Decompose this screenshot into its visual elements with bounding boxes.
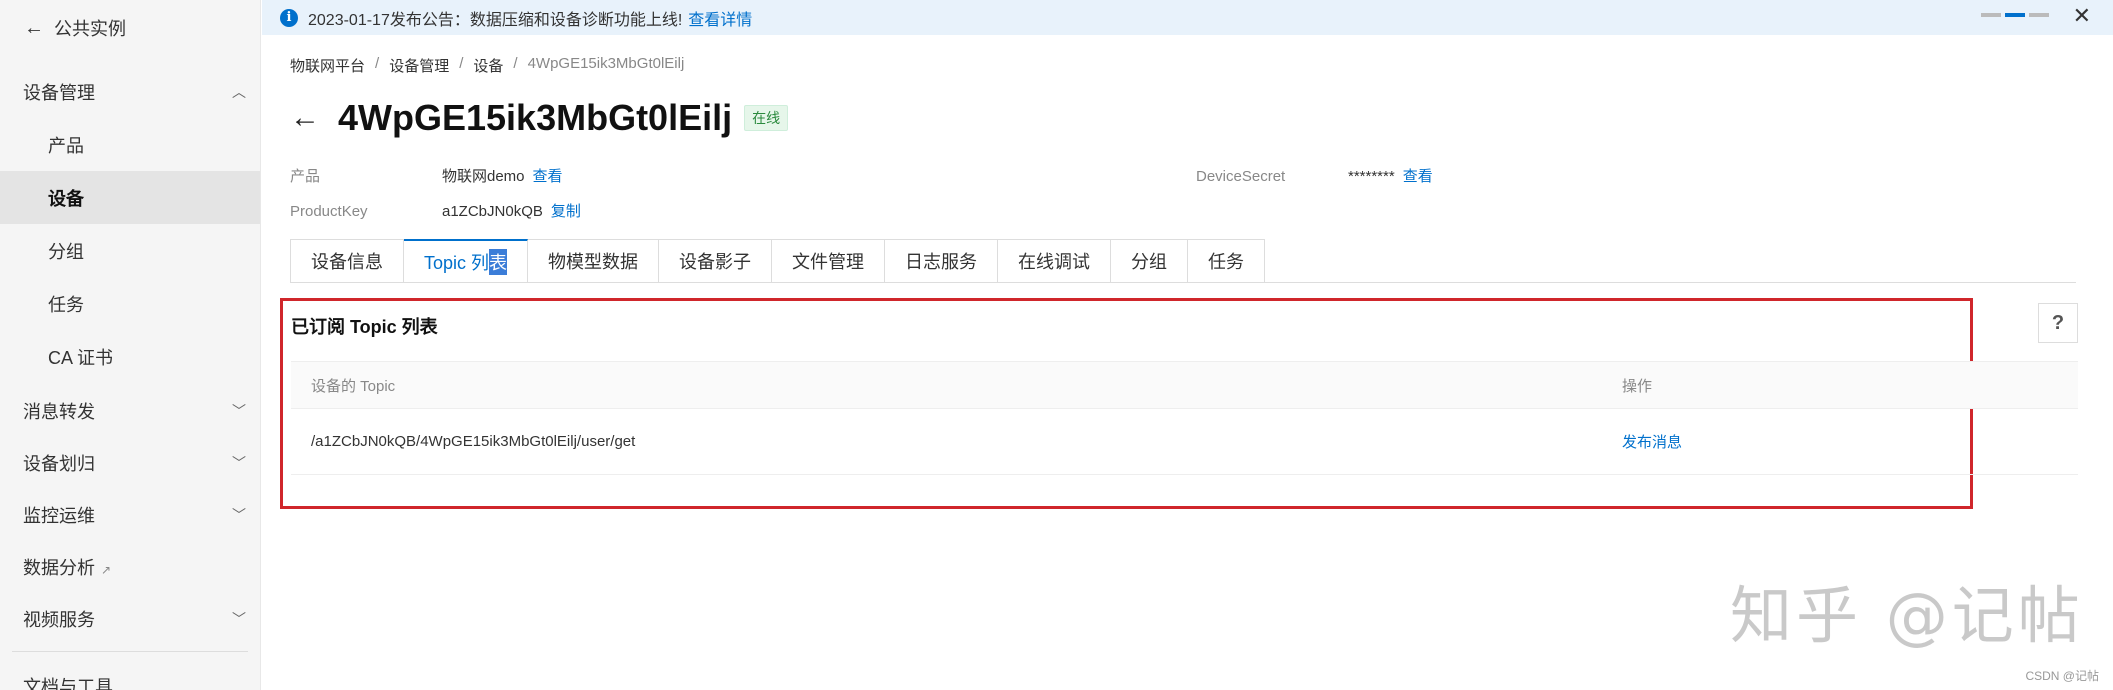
breadcrumb-current: 4WpGE15ik3MbGt0lEilj — [527, 55, 685, 72]
help-button[interactable]: ? — [2038, 303, 2078, 343]
table-header: 设备的 Topic 操作 — [291, 361, 2078, 409]
tab-label: Topic 列 — [424, 252, 490, 273]
sidebar: ← 公共实例 设备管理 ︿ 产品 设备 分组 任务 CA 证书 消息转发 ﹀ 设… — [0, 0, 261, 690]
menu-label: 文档与工具 — [23, 677, 113, 690]
menu-label: 设备管理 — [23, 83, 95, 103]
chevron-down-icon: ﹀ — [232, 403, 246, 419]
column-header-action: 操作 — [1622, 377, 1653, 395]
chevron-up-icon: ︿ — [232, 84, 246, 100]
announcement-bar: i 2023-01-17发布公告：数据压缩和设备诊断功能上线! 查看详情 ✕ — [262, 0, 2113, 35]
devicesecret-label: DeviceSecret — [1196, 168, 1286, 185]
back-to-public-instance[interactable]: ← 公共实例 — [0, 0, 260, 56]
breadcrumb-iot-platform[interactable]: 物联网平台 — [290, 55, 365, 76]
devicesecret-row: DeviceSecret ******** 查看 — [1196, 165, 1433, 186]
breadcrumb-separator: / — [459, 55, 464, 72]
breadcrumb: 物联网平台 / 设备管理 / 设备 / 4WpGE15ik3MbGt0lEilj — [290, 55, 684, 76]
tab-bar: 设备信息 Topic 列表 物模型数据 设备影子 文件管理 日志服务 在线调试 … — [290, 239, 1266, 283]
product-view-link[interactable]: 查看 — [533, 168, 563, 185]
chevron-down-icon: ﹀ — [232, 507, 246, 523]
pager-dot-active[interactable] — [2005, 13, 2025, 17]
menu-label: 监控运维 — [23, 506, 95, 526]
chevron-down-icon: ﹀ — [232, 611, 246, 627]
info-icon: i — [280, 8, 298, 27]
menu-device-management[interactable]: 设备管理 ︿ — [0, 66, 260, 118]
pager-dot[interactable] — [2029, 13, 2049, 17]
devicesecret-view-link[interactable]: 查看 — [1403, 168, 1433, 185]
tab-log-service[interactable]: 日志服务 — [885, 239, 999, 283]
divider — [12, 651, 248, 652]
productkey-value: a1ZCbJN0kQB — [442, 203, 543, 220]
topic-table: 设备的 Topic 操作 /a1ZCbJN0kQB/4WpGE15ik3MbGt… — [291, 361, 2078, 475]
menu-label: 消息转发 — [23, 402, 95, 422]
section-title: 已订阅 Topic 列表 — [291, 317, 438, 337]
tab-online-debug[interactable]: 在线调试 — [998, 239, 1112, 283]
tab-file-management[interactable]: 文件管理 — [772, 239, 886, 283]
devicesecret-value: ******** — [1348, 168, 1395, 185]
menu-message-forward[interactable]: 消息转发 ﹀ — [0, 385, 260, 437]
tab-device-info[interactable]: 设备信息 — [290, 239, 404, 283]
page-title: 4WpGE15ik3MbGt0lEilj — [338, 97, 733, 138]
table-row: /a1ZCbJN0kQB/4WpGE15ik3MbGt0lEilj/user/g… — [291, 409, 2078, 475]
productkey-row: ProductKey a1ZCbJN0kQB 复制 — [290, 200, 581, 221]
watermark: 知乎 @记帖 — [1730, 579, 2084, 652]
menu-label: 设备划归 — [23, 454, 95, 474]
tab-topic-list[interactable]: Topic 列表 — [404, 239, 529, 283]
publish-message-link[interactable]: 发布消息 — [1622, 434, 1682, 451]
external-link-icon: ↗ — [101, 563, 112, 577]
arrow-left-icon: ← — [24, 16, 44, 39]
product-value: 物联网demo — [442, 168, 525, 185]
sidebar-item-product[interactable]: 产品 — [0, 118, 260, 171]
page-header: ← 4WpGE15ik3MbGt0lEilj 在线 — [290, 97, 789, 139]
announcement-text: 2023-01-17发布公告：数据压缩和设备诊断功能上线! — [308, 11, 683, 29]
sidebar-item-group[interactable]: 分组 — [0, 224, 260, 277]
topic-cell: /a1ZCbJN0kQB/4WpGE15ik3MbGt0lEilj/user/g… — [311, 433, 636, 450]
productkey-copy-link[interactable]: 复制 — [551, 203, 581, 220]
product-label: 产品 — [290, 168, 321, 185]
chevron-down-icon: ﹀ — [232, 455, 246, 471]
sidebar-item-device[interactable]: 设备 — [0, 171, 260, 224]
tabs-underline — [290, 282, 2076, 283]
menu-monitoring[interactable]: 监控运维 ﹀ — [0, 489, 260, 541]
pager-dot[interactable] — [1981, 13, 2001, 17]
sidebar-item-task[interactable]: 任务 — [0, 277, 260, 330]
tab-group[interactable]: 分组 — [1111, 239, 1189, 283]
close-icon[interactable]: ✕ — [2073, 3, 2091, 29]
menu-device-allocation[interactable]: 设备划归 ﹀ — [0, 437, 260, 489]
breadcrumb-separator: / — [375, 55, 380, 72]
tab-thing-model-data[interactable]: 物模型数据 — [528, 239, 660, 283]
status-badge: 在线 — [744, 105, 789, 131]
column-header-topic: 设备的 Topic — [311, 377, 396, 395]
back-arrow-icon[interactable]: ← — [290, 101, 320, 135]
csdn-watermark: CSDN @记帖 — [2025, 669, 2099, 683]
breadcrumb-separator: / — [513, 55, 518, 72]
announcement-details-link[interactable]: 查看详情 — [688, 6, 752, 30]
tab-label-selected: 表 — [489, 248, 508, 275]
announcement-pager[interactable] — [1981, 13, 2049, 17]
tab-device-shadow[interactable]: 设备影子 — [659, 239, 773, 283]
breadcrumb-device-management[interactable]: 设备管理 — [389, 55, 449, 76]
sidebar-item-ca-cert[interactable]: CA 证书 — [0, 330, 260, 383]
breadcrumb-device[interactable]: 设备 — [473, 55, 503, 76]
menu-video-service[interactable]: 视频服务 ﹀ — [0, 593, 260, 645]
menu-label: 数据分析 — [23, 558, 95, 578]
back-label: 公共实例 — [54, 19, 126, 39]
menu-docs-tools[interactable]: 文档与工具 — [0, 660, 260, 690]
menu-data-analysis[interactable]: 数据分析 ↗ — [0, 541, 260, 593]
productkey-label: ProductKey — [290, 203, 368, 220]
menu-label: 视频服务 — [23, 610, 95, 630]
product-row: 产品 物联网demo 查看 — [290, 165, 563, 186]
tab-task[interactable]: 任务 — [1188, 239, 1266, 283]
